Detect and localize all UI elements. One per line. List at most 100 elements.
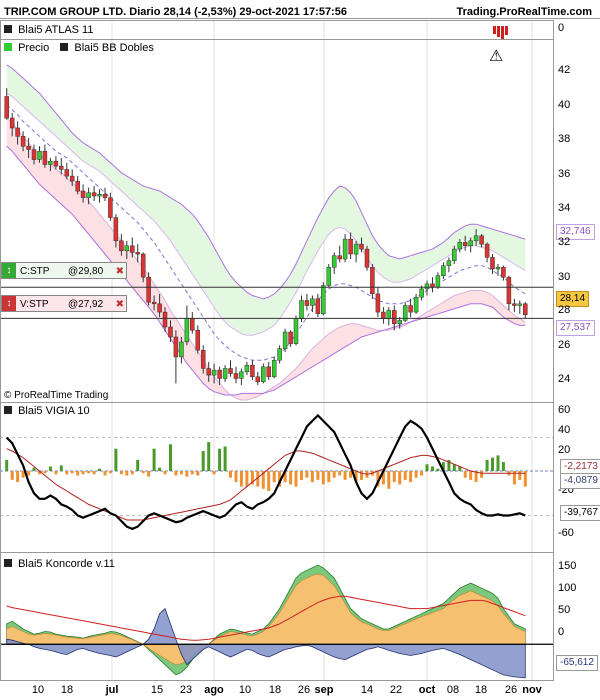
c-stp-box[interactable]: ↕ C:STP @29,80 ✖: [1, 262, 127, 279]
koncorde-legend[interactable]: Blai5 Koncorde v.11: [4, 558, 115, 570]
vigia-bar: [32, 467, 36, 471]
v-stp-value: @27,92: [68, 299, 104, 310]
vigia-bar: [201, 451, 205, 471]
vigia-bar: [289, 471, 293, 485]
price-legend[interactable]: Precio Blai5 BB Dobles: [4, 42, 154, 54]
candle-body: [359, 243, 364, 250]
price-tick: 36: [558, 168, 571, 180]
candle-body: [479, 235, 484, 245]
c-stp-close-icon[interactable]: ✖: [116, 263, 124, 280]
candle-body: [446, 260, 452, 266]
vigia-indicator: [0, 413, 553, 531]
header-title-row: TRIP.COM GROUP LTD. Diario 28,14 (-2,53%…: [4, 6, 347, 18]
vigia-bar: [147, 471, 151, 477]
candle-body: [342, 238, 348, 260]
atlas-legend[interactable]: Blai5 ATLAS 11: [4, 24, 93, 36]
candle-body: [211, 369, 217, 376]
candle-body: [261, 366, 266, 382]
bb-swatch: [60, 43, 69, 51]
candle-body: [364, 248, 370, 268]
candle-body: [255, 376, 261, 383]
x-label: sep: [314, 684, 334, 696]
vigia-bar: [92, 471, 96, 475]
candle-body: [64, 169, 70, 177]
candle-body: [206, 368, 211, 376]
vigia-bar: [108, 471, 112, 474]
atlas-swatch: [4, 25, 12, 33]
vigia-bar: [469, 471, 473, 480]
candle-body: [119, 240, 124, 252]
vigia-bar: [119, 471, 123, 475]
candle-body: [435, 275, 441, 288]
vigia-bar: [114, 448, 118, 471]
vigia-bar: [234, 471, 238, 483]
candle-body: [228, 368, 233, 374]
vigia-bar: [491, 457, 494, 471]
vigia-bar: [76, 471, 80, 476]
vigia-bar: [338, 471, 342, 476]
vigia-bar: [245, 471, 249, 487]
vigia-bar: [43, 471, 47, 474]
candle-body: [293, 318, 299, 344]
warning-icon[interactable]: ⚠: [489, 46, 503, 66]
atlas-bar: [501, 26, 504, 40]
price-tick: 34: [558, 202, 571, 214]
candle-body: [457, 242, 463, 250]
price-tick: 30: [558, 271, 571, 283]
v-stp-close-icon[interactable]: ✖: [116, 296, 124, 313]
vigia-bar: [343, 471, 347, 480]
candle-body: [490, 257, 495, 270]
vigia-bar: [152, 448, 156, 471]
candle-body: [75, 180, 80, 192]
vigia-bar: [125, 471, 129, 476]
vigia-bar: [218, 448, 222, 471]
vigia-bar: [59, 465, 63, 471]
candle-body: [288, 331, 293, 344]
vigia-bar: [174, 471, 178, 476]
koncorde-tick: 100: [558, 582, 577, 594]
candle-body: [326, 267, 332, 286]
x-label: 08: [446, 684, 460, 696]
vigia-bar: [136, 459, 140, 471]
x-label: 26: [297, 684, 311, 696]
x-label: jul: [105, 684, 119, 696]
vigia-bar: [185, 471, 189, 477]
site-label[interactable]: Trading.ProRealTime.com: [456, 6, 592, 18]
candle-body: [244, 364, 250, 373]
vigia-bar: [98, 468, 101, 471]
candle-body: [282, 331, 288, 349]
vigia-bar: [463, 471, 467, 478]
candle-body: [31, 149, 37, 160]
candle-body: [408, 305, 413, 313]
candle-body: [299, 300, 304, 319]
vigia-bar: [501, 462, 505, 471]
candle-body: [86, 192, 91, 198]
vigia-bar: [294, 471, 298, 487]
x-label: oct: [418, 684, 436, 696]
vigia-bar: [16, 471, 20, 483]
v-stp-box[interactable]: ↕ V:STP @27,92 ✖: [1, 295, 127, 312]
candle-body: [512, 303, 517, 306]
vigia-bar: [409, 471, 413, 483]
price-tick: 38: [558, 133, 571, 145]
vigia-legend[interactable]: Blai5 VIGIA 10: [4, 405, 90, 417]
x-label: 10: [238, 684, 252, 696]
v-stp-arrow-icon: ↕: [2, 296, 16, 311]
x-label: 18: [474, 684, 488, 696]
x-label: nov: [522, 684, 542, 696]
candle-body: [124, 245, 130, 252]
precio-label: Precio: [18, 42, 50, 54]
bb-label: Blai5 BB Dobles: [74, 42, 154, 54]
candle-body: [331, 255, 337, 268]
precio-swatch: [4, 43, 12, 51]
candle-body: [130, 245, 135, 253]
vigia-bar: [321, 471, 325, 485]
vigia-bar: [190, 471, 194, 475]
candle-body: [424, 283, 430, 290]
vigia-bar: [130, 471, 134, 475]
vigia-swatch: [4, 406, 12, 414]
candle-body: [20, 136, 26, 147]
candle-body: [441, 265, 446, 276]
candle-body: [184, 318, 190, 343]
candle-body: [135, 252, 140, 255]
